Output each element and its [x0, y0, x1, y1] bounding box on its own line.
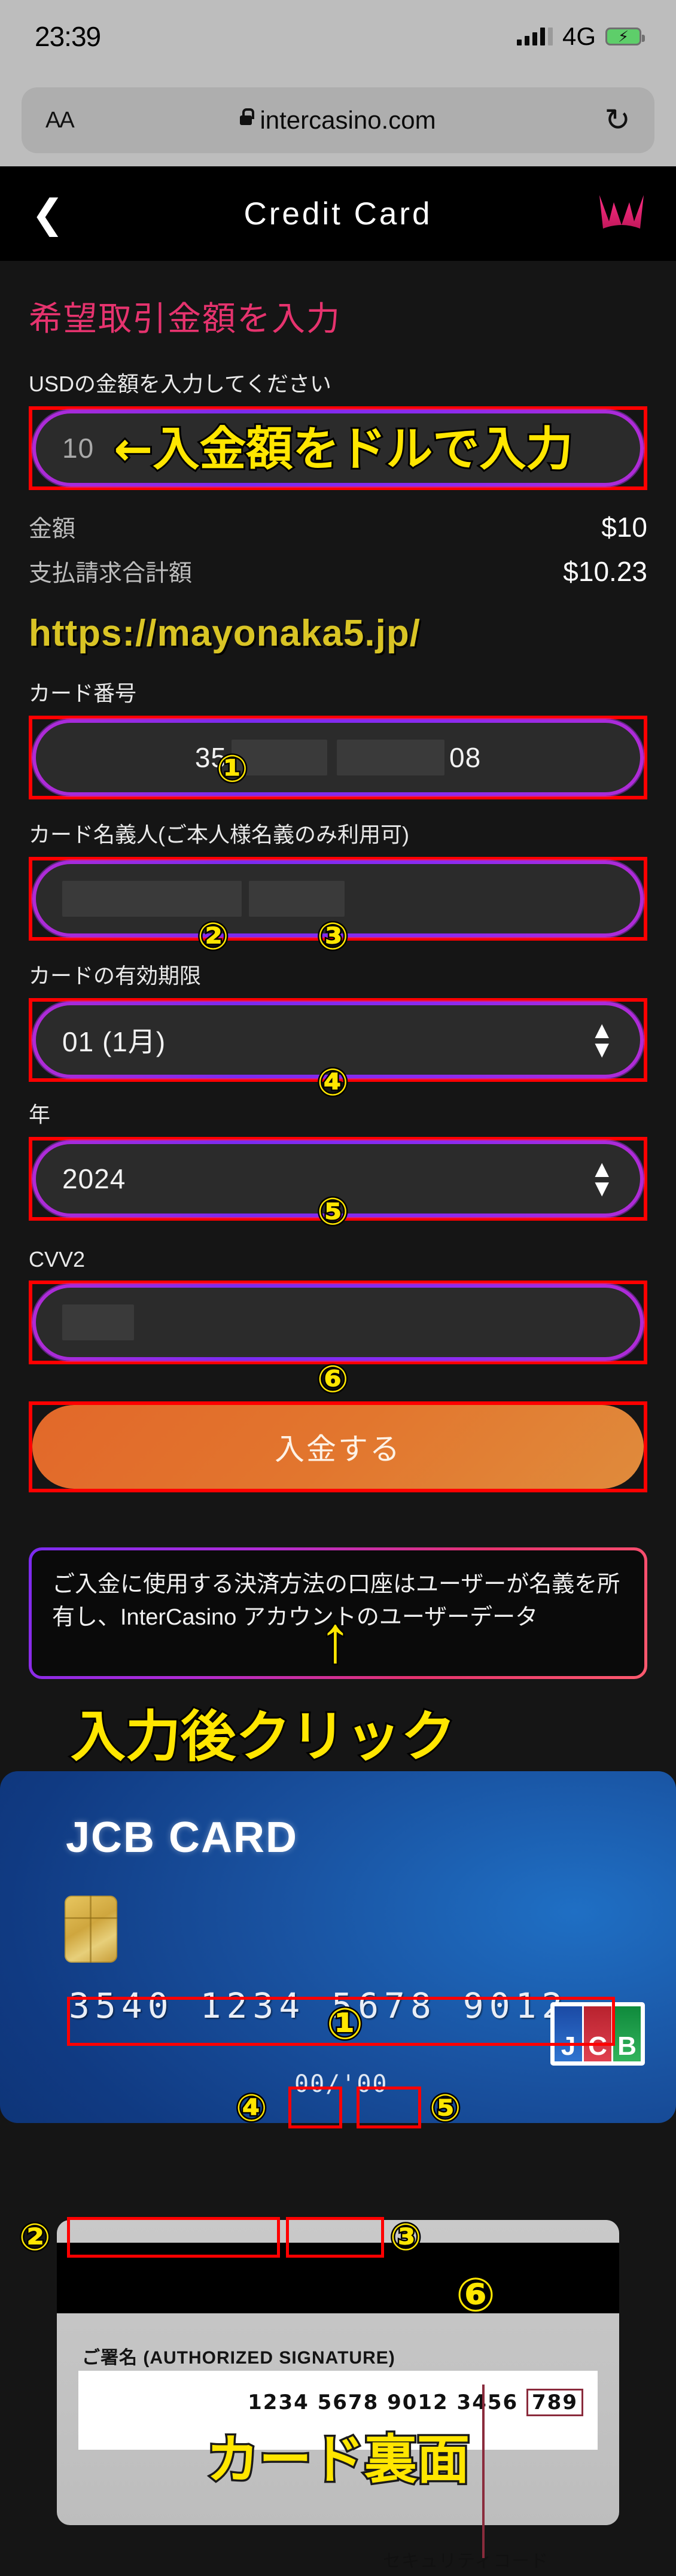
- status-bar-indicators: 4G ⚡: [516, 22, 645, 51]
- marker-5-expiry-year: ⑤: [316, 1190, 350, 1234]
- cvv-input[interactable]: [32, 1284, 644, 1361]
- summary-value: $10: [601, 512, 647, 543]
- submit-annotation: 入力後クリック: [69, 1703, 458, 1771]
- cellular-bars-icon: [516, 28, 553, 45]
- emv-chip-icon: [65, 1896, 117, 1963]
- marker-4-expiry-month: ④: [316, 1061, 350, 1105]
- card-number-highlight-box: 35 08: [29, 716, 647, 799]
- marker-2-holder-first: ②: [196, 915, 230, 959]
- card-front-expiry-month-highlight: [288, 2087, 342, 2128]
- card-front-holder-last-highlight: [286, 2217, 384, 2258]
- card-back-caption: カード裏面: [204, 2428, 471, 2492]
- page-title: Credit Card: [243, 196, 433, 232]
- marker-6-cvv: ⑥: [316, 1358, 350, 1402]
- deposit-submit-button[interactable]: 入金する: [32, 1405, 644, 1489]
- url-text: intercasino.com: [260, 106, 436, 134]
- cvv-digits: 789: [526, 2389, 583, 2416]
- submit-highlight-box: 入金する: [29, 1401, 647, 1492]
- expiry-month-label: カードの有効期限: [29, 963, 202, 988]
- network-type-label: 4G: [562, 22, 596, 50]
- up-arrow-icon: ↑: [318, 1602, 354, 1676]
- summary-row: 金額 $10: [29, 510, 647, 544]
- redacted-name: [249, 881, 345, 917]
- amount-input-value: 10: [62, 433, 95, 464]
- card-front-marker-4: ④: [235, 2087, 269, 2131]
- section-title: 希望取引金額を入力: [29, 300, 341, 337]
- chevron-updown-icon: ▲ ▼: [590, 1017, 614, 1063]
- summary-key: 金額: [29, 516, 76, 542]
- card-back-image: ご署名 (AUTHORIZED SIGNATURE) 1234 5678 901…: [57, 2220, 619, 2525]
- crown-icon: [598, 194, 645, 234]
- address-bar[interactable]: AAAA intercasino.com ↻: [22, 87, 654, 153]
- redacted-digits: [337, 740, 444, 775]
- jcb-card-front-image: JCB CARD 3540 1234 5678 9012 00/'00 CARD…: [0, 1771, 676, 2123]
- card-front-marker-2: ②: [18, 2216, 52, 2260]
- signature-number-text: 1234 5678 9012 3456: [248, 2391, 519, 2414]
- card-front-marker-3: ③: [389, 2216, 423, 2260]
- card-front-marker-1: ①: [325, 1999, 365, 2050]
- redacted-cvv: [62, 1304, 134, 1340]
- amount-annotation: ←入金額をドルで入力: [112, 421, 574, 478]
- lock-icon: [240, 108, 255, 125]
- card-number-input[interactable]: 35 08: [32, 719, 644, 796]
- card-front-expiry-year-highlight: [357, 2087, 421, 2128]
- summary-row: 支払請求合計額 $10.23: [29, 555, 647, 588]
- card-number-suffix: 08: [449, 742, 482, 773]
- expiry-year-value: 2024: [62, 1163, 126, 1194]
- ios-status-bar: 23:39 4G ⚡: [0, 0, 676, 84]
- cvv-highlight-box: [29, 1281, 647, 1364]
- cvv-label: CVV2: [29, 1247, 86, 1272]
- jcb-letter-b: B: [613, 2006, 641, 2061]
- summary-value: $10.23: [563, 556, 647, 587]
- expiry-month-value: 01 (1月): [62, 1026, 166, 1057]
- card-back-marker-6: ⑥: [454, 2267, 497, 2323]
- security-code-leader-line: [482, 2385, 485, 2558]
- signature-label: ご署名 (AUTHORIZED SIGNATURE): [82, 2348, 395, 2368]
- chevron-updown-icon: ▲ ▼: [590, 1156, 614, 1202]
- card-front-holder-first-highlight: [67, 2217, 280, 2258]
- address-bar-center: intercasino.com: [22, 106, 654, 135]
- app-header: ❮ Credit Card: [0, 166, 676, 261]
- cardholder-label: カード名義人(ご本人様名義のみ利用可): [29, 822, 409, 847]
- card-brand-title: JCB CARD: [66, 1814, 299, 1862]
- redacted-name: [62, 881, 242, 917]
- status-bar-clock: 23:39: [35, 21, 101, 52]
- signature-panel-number: 1234 5678 9012 3456 789: [248, 2389, 583, 2416]
- card-front-marker-5: ⑤: [428, 2087, 462, 2131]
- security-code-label: セキュリティコード: [383, 2551, 549, 2571]
- battery-charging-icon: ⚡: [605, 28, 645, 45]
- browser-toolbar: AAAA intercasino.com ↻: [0, 84, 676, 166]
- amount-field-label: USDの金額を入力してください: [29, 372, 331, 396]
- bolt-glyph: ⚡: [617, 28, 629, 45]
- marker-3-holder-last: ③: [316, 915, 350, 959]
- card-number-label: カード番号: [29, 681, 137, 705]
- marker-1-card-number: ①: [215, 747, 249, 792]
- summary-key: 支払請求合計額: [29, 561, 193, 586]
- promo-url: https://mayonaka5.jp/: [29, 613, 421, 654]
- deposit-page: 希望取引金額を入力 USDの金額を入力してください 10 金額 $10 支払請求…: [0, 261, 676, 1794]
